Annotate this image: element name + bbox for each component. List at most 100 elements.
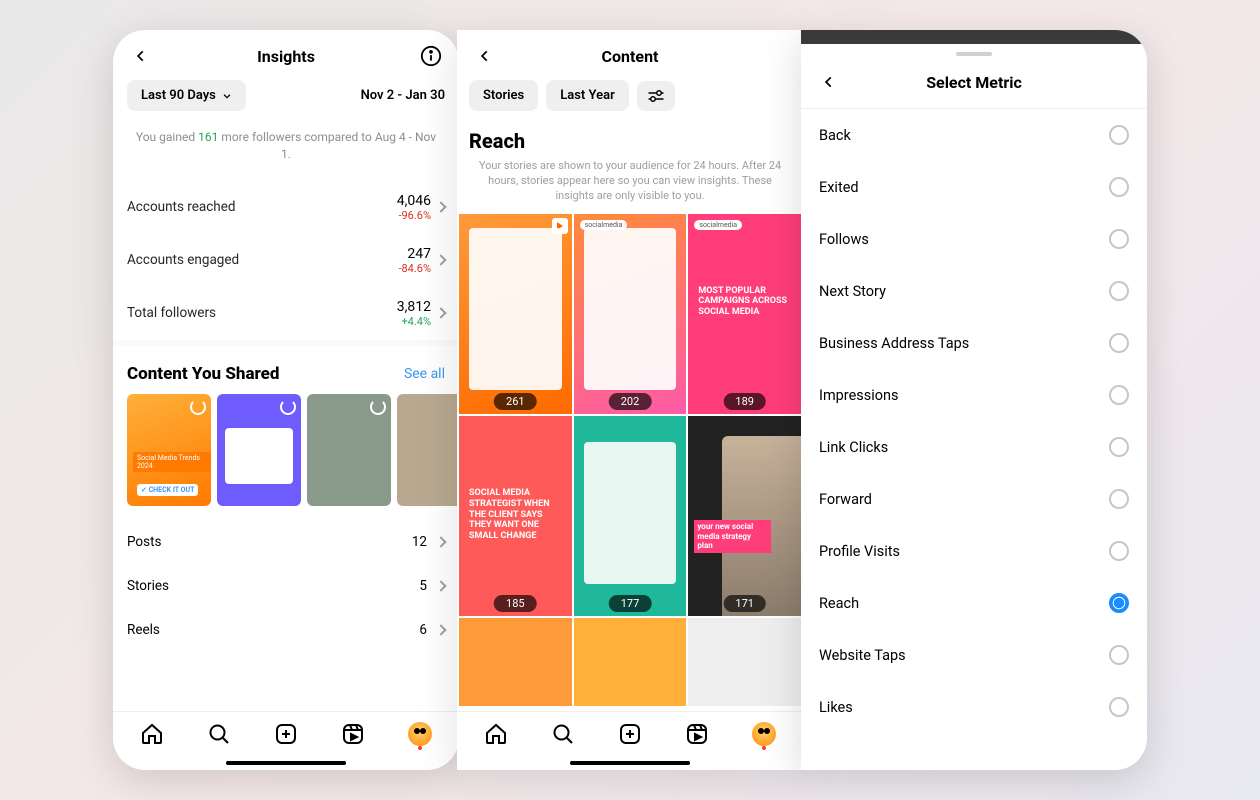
metric-delta: -96.6% xyxy=(397,209,431,222)
metric-option[interactable]: Follows xyxy=(801,213,1147,265)
story-count: 171 xyxy=(723,595,766,612)
metric-option-label: Profile Visits xyxy=(819,543,900,560)
home-icon[interactable] xyxy=(484,722,508,746)
story-count: 189 xyxy=(723,393,766,410)
metric-row[interactable]: Total followers 3,812 +4.4% xyxy=(113,287,459,340)
content-count-row[interactable]: Posts 12 xyxy=(113,520,459,564)
metric-option[interactable]: Back xyxy=(801,109,1147,161)
info-icon[interactable] xyxy=(417,42,445,70)
content-type-count: 5 xyxy=(419,578,427,594)
radio-icon xyxy=(1109,281,1129,301)
home-icon[interactable] xyxy=(140,722,164,746)
content-shared-heading: Content You Shared xyxy=(127,364,279,384)
date-range-chip[interactable]: Last 90 Days xyxy=(127,80,246,111)
reels-icon[interactable] xyxy=(341,722,365,746)
content-count-row[interactable]: Reels 6 xyxy=(113,608,459,652)
filter-time-range[interactable]: Last Year xyxy=(546,80,629,111)
chevron-right-icon xyxy=(435,624,446,635)
tab-bar xyxy=(113,711,459,752)
content-thumbnails: Social Media Trends 2024 ✓ CHECK IT OUT xyxy=(113,394,459,506)
content-panel: Content Stories Last Year Reach Your sto… xyxy=(457,30,803,770)
content-type-label: Reels xyxy=(127,622,160,638)
content-thumb[interactable] xyxy=(307,394,391,506)
metric-option[interactable]: Reach xyxy=(801,577,1147,629)
metric-option[interactable]: Website Taps xyxy=(801,629,1147,681)
metric-delta: -84.6% xyxy=(398,262,431,275)
chevron-right-icon xyxy=(435,536,446,547)
radio-icon xyxy=(1109,593,1129,613)
metric-option-label: Forward xyxy=(819,491,872,508)
content-type-count: 6 xyxy=(419,622,427,638)
story-item[interactable] xyxy=(574,618,687,706)
metric-option[interactable]: Likes xyxy=(801,681,1147,733)
metric-option[interactable]: Profile Visits xyxy=(801,525,1147,577)
story-item[interactable] xyxy=(688,618,801,706)
radio-icon xyxy=(1109,177,1129,197)
reach-description: Your stories are shown to your audience … xyxy=(457,159,803,214)
radio-icon xyxy=(1109,385,1129,405)
back-button[interactable] xyxy=(815,68,843,96)
home-indicator xyxy=(226,761,346,765)
story-count: 202 xyxy=(609,393,652,410)
content-thumb[interactable] xyxy=(397,394,459,506)
metric-option[interactable]: Link Clicks xyxy=(801,421,1147,473)
metric-option-label: Back xyxy=(819,127,851,144)
insights-panel: Insights Last 90 Days Nov 2 - Jan 30 You… xyxy=(113,30,459,770)
content-count-row[interactable]: Stories 5 xyxy=(113,564,459,608)
back-button[interactable] xyxy=(127,42,155,70)
story-item[interactable] xyxy=(459,618,572,706)
metric-value: 247 xyxy=(398,246,431,262)
story-item[interactable]: SOCIAL MEDIA STRATEGIST WHEN THE CLIENT … xyxy=(459,416,572,616)
content-header: Content xyxy=(457,30,803,80)
radio-icon xyxy=(1109,125,1129,145)
radio-icon xyxy=(1109,541,1129,561)
profile-icon[interactable] xyxy=(408,722,432,746)
back-button[interactable] xyxy=(471,42,499,70)
content-type-label: Stories xyxy=(127,578,169,594)
radio-icon xyxy=(1109,437,1129,457)
story-item[interactable]: socialmedia 202 xyxy=(574,214,687,414)
filter-settings-icon[interactable] xyxy=(637,81,675,111)
status-bar xyxy=(801,30,1147,44)
filter-content-type[interactable]: Stories xyxy=(469,80,538,111)
story-count: 261 xyxy=(494,393,537,410)
story-item[interactable]: socialmedia MOST POPULAR CAMPAIGNS ACROS… xyxy=(688,214,801,414)
reels-icon[interactable] xyxy=(685,722,709,746)
metric-option[interactable]: Next Story xyxy=(801,265,1147,317)
profile-icon[interactable] xyxy=(752,722,776,746)
chevron-right-icon xyxy=(435,201,446,212)
metric-value: 4,046 xyxy=(397,193,431,209)
metric-option[interactable]: Impressions xyxy=(801,369,1147,421)
metric-option-label: Link Clicks xyxy=(819,439,888,456)
select-metric-panel: Select Metric Back Exited Follows Next S… xyxy=(801,30,1147,770)
metric-row[interactable]: Accounts reached 4,046 -96.6% xyxy=(113,181,459,234)
followers-gain-line: You gained 161 more followers compared t… xyxy=(113,125,459,181)
radio-icon xyxy=(1109,489,1129,509)
story-item[interactable]: your new social media strategy plan 171 xyxy=(688,416,801,616)
home-indicator xyxy=(570,761,690,765)
story-count: 177 xyxy=(609,595,652,612)
radio-icon xyxy=(1109,697,1129,717)
create-icon[interactable] xyxy=(618,722,642,746)
chevron-right-icon xyxy=(435,254,446,265)
insights-header: Insights xyxy=(113,30,459,80)
date-range-text: Nov 2 - Jan 30 xyxy=(361,88,445,103)
metric-option-label: Exited xyxy=(819,179,859,196)
search-icon[interactable] xyxy=(207,722,231,746)
metric-label: Total followers xyxy=(127,305,216,321)
story-count: 185 xyxy=(494,595,537,612)
metric-delta: +4.4% xyxy=(397,315,431,328)
story-item[interactable]: 177 xyxy=(574,416,687,616)
metric-option[interactable]: Exited xyxy=(801,161,1147,213)
see-all-link[interactable]: See all xyxy=(404,366,445,382)
content-thumb[interactable]: Social Media Trends 2024 ✓ CHECK IT OUT xyxy=(127,394,211,506)
story-item[interactable]: 261 xyxy=(459,214,572,414)
metric-row[interactable]: Accounts engaged 247 -84.6% xyxy=(113,234,459,287)
metric-option-label: Website Taps xyxy=(819,647,906,664)
content-thumb[interactable] xyxy=(217,394,301,506)
metric-option-label: Likes xyxy=(819,699,853,716)
metric-option[interactable]: Forward xyxy=(801,473,1147,525)
search-icon[interactable] xyxy=(551,722,575,746)
metric-option[interactable]: Business Address Taps xyxy=(801,317,1147,369)
create-icon[interactable] xyxy=(274,722,298,746)
